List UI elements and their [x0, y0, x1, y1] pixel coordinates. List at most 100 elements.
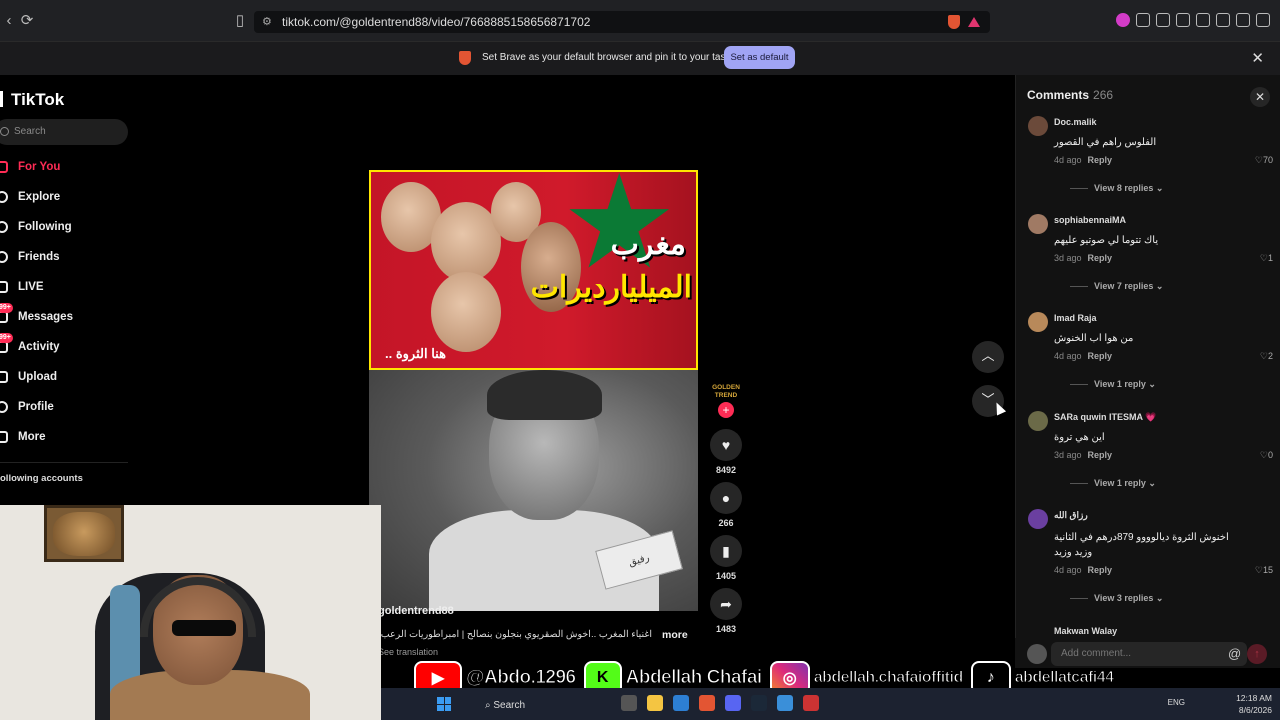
reply-button[interactable]: Reply — [1088, 351, 1113, 361]
comment-like-count: 15 — [1262, 565, 1273, 575]
creator-avatar[interactable]: GOLDEN TREND — [710, 384, 742, 404]
view-replies-button[interactable]: View 8 replies ⌄ — [1070, 183, 1163, 194]
sidebar-item-upload[interactable]: Upload — [0, 367, 57, 387]
extensions-area — [1116, 13, 1270, 27]
comments-title: Comments 266 — [1027, 88, 1113, 102]
following-icon — [0, 221, 8, 233]
brave-rewards-icon[interactable] — [968, 17, 980, 27]
clock[interactable]: 12:18 AM 8/6/2026 — [1236, 692, 1272, 716]
search-input[interactable]: Search — [0, 119, 128, 145]
sidebar-item-live[interactable]: LIVE — [0, 277, 44, 297]
avatar[interactable] — [1028, 116, 1048, 136]
chevron-down-icon: ⌄ — [1148, 478, 1156, 488]
video-player[interactable]: ★ مغرب الميليارديرات هنا الثروة .. رفيق — [369, 170, 698, 611]
view-replies-label: View 1 reply — [1094, 478, 1146, 488]
app-icon[interactable] — [777, 695, 793, 711]
close-comments-button[interactable]: ✕ — [1250, 87, 1270, 107]
menu-icon[interactable] — [1256, 13, 1270, 27]
comment-text: ياك تتوما لي صوتيو عليهم — [1054, 235, 1159, 246]
view-replies-button[interactable]: View 1 reply ⌄ — [1070, 478, 1156, 489]
comment-like[interactable]: ♡1 — [1260, 253, 1273, 264]
clock-date: 8/6/2026 — [1238, 705, 1272, 715]
puzzle-icon[interactable] — [1136, 13, 1150, 27]
vpn-icon[interactable] — [1236, 13, 1250, 27]
sidebar-item-explore[interactable]: Explore — [0, 187, 60, 207]
avatar[interactable] — [1028, 509, 1048, 529]
brave-shield-icon[interactable] — [948, 15, 960, 29]
app-icon[interactable] — [803, 695, 819, 711]
instagram-handle: abdellah.chafaioffitid — [813, 669, 964, 687]
site-settings-icon[interactable]: ⚙ — [262, 11, 272, 33]
comment-like-count: 70 — [1262, 155, 1273, 165]
brave-icon[interactable] — [699, 695, 715, 711]
share-button[interactable]: ➦ — [710, 588, 742, 620]
bookmark-icon[interactable]: ▯ — [231, 12, 249, 30]
sidebar-item-friends[interactable]: Friends — [0, 247, 60, 267]
reply-button[interactable]: Reply — [1088, 450, 1113, 460]
reload-icon[interactable]: ⟳ — [18, 12, 36, 30]
comment-author[interactable]: رزاق الله — [1054, 510, 1088, 521]
previous-video-button[interactable]: ︿ — [972, 341, 1004, 373]
comment-button[interactable]: ● — [710, 482, 742, 514]
comment-author[interactable]: sophiabennaiMA — [1054, 215, 1126, 225]
comment-author[interactable]: SARa quwin ITESMA 💗 — [1054, 412, 1156, 423]
view-replies-button[interactable]: View 7 replies ⌄ — [1070, 281, 1163, 292]
sidebar-item-label: Messages — [18, 311, 73, 323]
youtube-handle: @Abdo.1296 — [466, 667, 577, 689]
more-link[interactable]: more — [662, 629, 688, 641]
reply-button[interactable]: Reply — [1088, 253, 1113, 263]
mention-icon[interactable]: @ — [1228, 642, 1241, 666]
file-explorer-icon[interactable] — [647, 695, 663, 711]
sidebar-item-label: Friends — [18, 251, 60, 263]
language-indicator[interactable]: ENG — [1168, 698, 1185, 707]
sidebar-item-activity[interactable]: 99+ Activity — [0, 333, 60, 357]
sidebar-item-label: Following — [18, 221, 72, 233]
avatar[interactable] — [1028, 214, 1048, 234]
view-replies-button[interactable]: View 1 reply ⌄ — [1070, 379, 1156, 390]
comment-like[interactable]: ♡15 — [1255, 565, 1273, 576]
sidebar-item-for-you[interactable]: For You — [0, 157, 60, 177]
like-button[interactable]: ♥ — [710, 429, 742, 461]
send-button[interactable]: ↑ — [1247, 644, 1267, 664]
comment-like[interactable]: ♡2 — [1260, 351, 1273, 362]
set-as-default-button[interactable]: Set as default — [724, 46, 795, 69]
sidebar-item-more[interactable]: More — [0, 427, 45, 447]
video-username[interactable]: goldentrend88 — [378, 605, 454, 617]
see-translation-link[interactable]: See translation — [378, 647, 438, 657]
reply-button[interactable]: Reply — [1088, 155, 1113, 165]
app-icon[interactable] — [673, 695, 689, 711]
extension-icon[interactable] — [1116, 13, 1130, 27]
heart-outline-icon: ♡ — [1259, 253, 1268, 263]
comment-like[interactable]: ♡70 — [1255, 155, 1273, 166]
thumbnail-caption: هنا الثروة .. — [385, 346, 446, 361]
address-bar[interactable]: ⚙ tiktok.com/@goldentrend88/video/766888… — [254, 11, 990, 33]
sidebar-item-following[interactable]: Following — [0, 217, 72, 237]
leo-icon[interactable] — [1216, 13, 1230, 27]
save-button[interactable]: ▮ — [710, 535, 742, 567]
windows-start-icon[interactable] — [437, 697, 451, 711]
discord-icon[interactable] — [725, 695, 741, 711]
view-replies-label: View 3 replies — [1094, 593, 1154, 603]
task-view-icon[interactable] — [621, 695, 637, 711]
view-replies-label: View 1 reply — [1094, 379, 1146, 389]
comment-author[interactable]: Doc.malik — [1054, 117, 1097, 127]
steam-icon[interactable] — [751, 695, 767, 711]
view-replies-button[interactable]: View 3 replies ⌄ — [1070, 593, 1163, 604]
close-icon[interactable]: ✕ — [1251, 49, 1264, 67]
sidebar-item-profile[interactable]: Profile — [0, 397, 54, 417]
follow-plus-icon[interactable]: + — [718, 402, 734, 418]
tiktok-logo[interactable]: TikTok — [0, 90, 64, 110]
media-icon[interactable] — [1156, 13, 1170, 27]
comment-text: الفلوس راهم في القصور — [1054, 137, 1157, 148]
comment-author[interactable]: Imad Raja — [1054, 313, 1097, 323]
sidebar-icon[interactable] — [1176, 13, 1190, 27]
avatar[interactable] — [1028, 312, 1048, 332]
comment-like[interactable]: ♡0 — [1260, 450, 1273, 461]
back-icon[interactable]: ‹ — [0, 12, 18, 30]
live-icon — [0, 281, 8, 293]
sidebar-item-messages[interactable]: 99+ Messages — [0, 303, 73, 327]
reply-button[interactable]: Reply — [1088, 565, 1113, 575]
avatar[interactable] — [1028, 411, 1048, 431]
taskbar-search[interactable]: ⌕ Search — [485, 700, 525, 711]
wallet-icon[interactable] — [1196, 13, 1210, 27]
